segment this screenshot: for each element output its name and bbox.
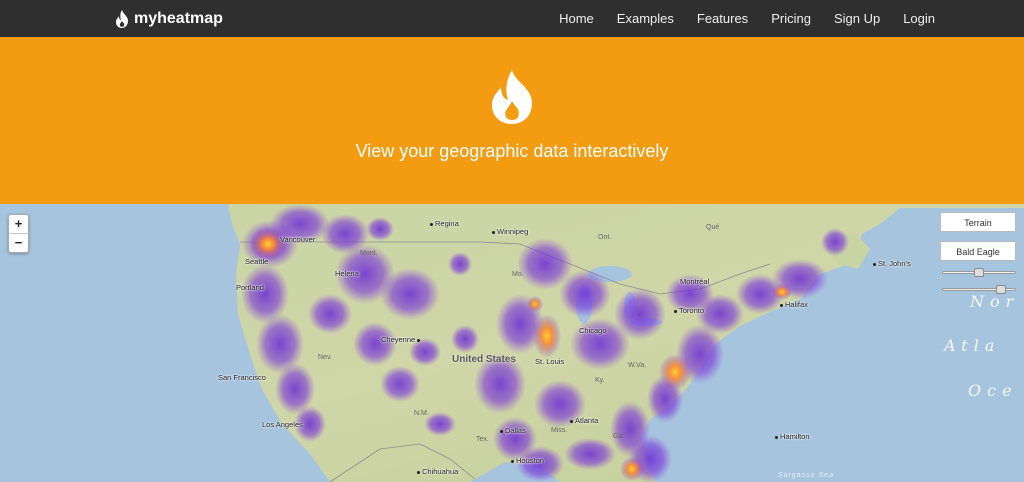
region-label: Nev.	[318, 354, 332, 361]
city-label: San Francisco	[218, 373, 266, 382]
city-label: Winnipeg	[492, 227, 528, 236]
region-label: Tex.	[476, 436, 489, 443]
city-label: Regina	[430, 219, 459, 228]
region-label: Qué	[706, 224, 720, 231]
main-nav: Home Examples Features Pricing Sign Up L…	[536, 0, 935, 37]
nav-login[interactable]: Login	[903, 11, 935, 26]
region-label: W.Va.	[628, 362, 647, 369]
city-label: Montréal	[680, 277, 710, 286]
brand-name: myheatmap	[134, 9, 223, 27]
nav-home[interactable]: Home	[559, 11, 594, 26]
city-label: Portland	[236, 283, 264, 292]
dataset-select-button[interactable]: Bald Eagle	[940, 241, 1016, 261]
zoom-out-button[interactable]: −	[9, 233, 28, 252]
region-label: Mo.	[512, 271, 524, 278]
region-label: Ky.	[595, 377, 605, 384]
ocean-label: Nor	[970, 292, 1020, 311]
ocean-label: Oce	[968, 381, 1018, 400]
nav-pricing[interactable]: Pricing	[771, 11, 811, 26]
slider-handle[interactable]	[974, 268, 984, 277]
region-label: Mont.	[360, 250, 378, 257]
region-label: Ont.	[598, 234, 612, 241]
city-label: Atlanta	[570, 416, 598, 425]
hero-tagline: View your geographic data interactively	[355, 141, 669, 161]
zoom-control: + −	[8, 214, 29, 253]
hero-banner: View your geographic data interactively	[0, 37, 1024, 204]
region-label: N.M.	[414, 410, 429, 417]
city-label: Halifax	[780, 300, 808, 309]
ocean-label: Atla	[944, 336, 1001, 355]
sea-label: Sargasso Sea	[778, 472, 834, 479]
terrain-layer-button[interactable]: Terrain	[940, 212, 1016, 232]
city-label: Chihuahua	[417, 467, 458, 476]
top-navbar: myheatmap Home Examples Features Pricing…	[0, 0, 1024, 37]
city-label: St. Louis	[535, 357, 565, 366]
city-label: St. John's	[873, 259, 911, 268]
city-label: Hamilton	[775, 432, 810, 441]
city-label: Vancouver	[280, 235, 316, 244]
heatmap-map[interactable]: + − Terrain Bald Eagle United States Reg…	[0, 204, 1024, 482]
region-label: Miss.	[551, 427, 568, 434]
city-label: Houston	[511, 456, 544, 465]
brand-logo-link[interactable]: myheatmap	[114, 0, 223, 37]
city-label: Chicago	[579, 326, 607, 335]
city-label: Helena	[335, 269, 359, 278]
basemap	[0, 204, 1024, 482]
nav-features[interactable]: Features	[697, 11, 748, 26]
city-label: Dallas	[500, 426, 526, 435]
flame-icon	[114, 9, 130, 28]
nav-examples[interactable]: Examples	[617, 11, 674, 26]
city-label: Los Angeles	[262, 420, 303, 429]
region-label: Ga.	[613, 433, 625, 440]
city-label: Cheyenne	[381, 335, 422, 344]
zoom-in-button[interactable]: +	[9, 215, 28, 233]
radius-slider[interactable]	[942, 268, 1016, 277]
country-label: United States	[452, 354, 516, 365]
flame-icon	[488, 70, 536, 124]
nav-sign-up[interactable]: Sign Up	[834, 11, 880, 26]
city-label: Seattle	[245, 257, 269, 266]
city-label: Toronto	[674, 306, 704, 315]
